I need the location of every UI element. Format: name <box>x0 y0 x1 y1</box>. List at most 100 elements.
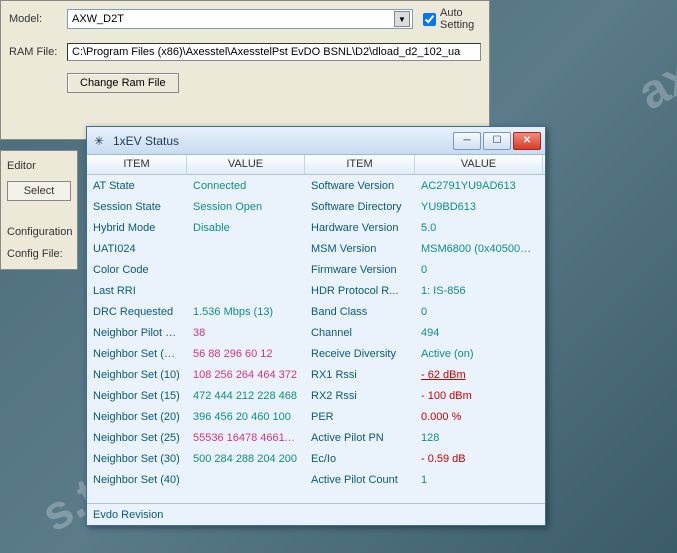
auto-setting-check[interactable] <box>423 13 436 26</box>
value-left <box>187 268 305 272</box>
item-left: AT State <box>87 178 187 194</box>
value-right: AC2791YU9AD613 <box>415 178 543 194</box>
value-left: 396 456 20 460 100 <box>187 409 305 425</box>
configuration-label: Configuration <box>3 221 75 243</box>
model-combo[interactable]: AXW_D2T ▼ <box>67 9 413 29</box>
item-right: Software Version <box>305 178 415 194</box>
status-row: Neighbor Set (30)500 284 288 204 200Ec/I… <box>87 448 545 469</box>
status-row: Session StateSession OpenSoftware Direct… <box>87 196 545 217</box>
item-left: Hybrid Mode <box>87 220 187 236</box>
item-left: Neighbor Set (10) <box>87 367 187 383</box>
watermark: axe <box>629 34 677 122</box>
value-right: YU9BD613 <box>415 199 543 215</box>
value-right: - 0.59 dB <box>415 451 543 467</box>
hdr-item-1: ITEM <box>87 155 187 174</box>
hdr-value-1: VALUE <box>187 155 305 174</box>
item-right: HDR Protocol R... <box>305 283 415 299</box>
value-left: 1.536 Mbps (13) <box>187 304 305 320</box>
titlebar[interactable]: ✳ 1xEV Status ─ ☐ ✕ <box>87 127 545 155</box>
item-right: RX1 Rssi <box>305 367 415 383</box>
value-left: 38 <box>187 325 305 341</box>
item-right: RX2 Rssi <box>305 388 415 404</box>
item-left: Session State <box>87 199 187 215</box>
status-row: Neighbor Set (10)108 256 264 464 372RX1 … <box>87 364 545 385</box>
item-right: Band Class <box>305 304 415 320</box>
item-right: Active Pilot Count <box>305 472 415 488</box>
item-left: DRC Requested <box>87 304 187 320</box>
value-left <box>187 247 305 251</box>
status-row: Neighbor Set (25)55536 16478 46611...Act… <box>87 427 545 448</box>
left-sidebar: Editor Select Configuration Config File: <box>0 150 78 270</box>
grid-header: ITEM VALUE ITEM VALUE <box>87 155 545 175</box>
value-left: Connected <box>187 178 305 194</box>
value-right: 1 <box>415 472 543 488</box>
status-row: Hybrid ModeDisableHardware Version5.0 <box>87 217 545 238</box>
item-right: Ec/Io <box>305 451 415 467</box>
status-row: Neighbor Set (40) Active Pilot Count1 <box>87 469 545 490</box>
chevron-down-icon[interactable]: ▼ <box>394 11 410 27</box>
item-left: UATI024 <box>87 241 187 257</box>
item-left: Neighbor Set (15) <box>87 388 187 404</box>
minimize-button[interactable]: ─ <box>453 132 481 150</box>
close-button[interactable]: ✕ <box>513 132 541 150</box>
footer-label: Evdo Revision <box>93 509 163 521</box>
value-right: 494 <box>415 325 543 341</box>
item-right: MSM Version <box>305 241 415 257</box>
item-right: Software Directory <box>305 199 415 215</box>
item-left: Neighbor Set (1-5) <box>87 346 187 362</box>
item-left: Neighbor Set (30) <box>87 451 187 467</box>
value-right: Active (on) <box>415 346 543 362</box>
hdr-item-2: ITEM <box>305 155 415 174</box>
item-left: Color Code <box>87 262 187 278</box>
model-label: Model: <box>9 13 67 25</box>
window-title: 1xEV Status <box>113 134 453 148</box>
status-row: Neighbor Pilot Co...38Channel494 <box>87 322 545 343</box>
config-file-label: Config File: <box>3 243 75 265</box>
item-right: Channel <box>305 325 415 341</box>
value-left: Session Open <box>187 199 305 215</box>
item-right: Firmware Version <box>305 262 415 278</box>
status-row: Color CodeFirmware Version0 <box>87 259 545 280</box>
change-ram-button[interactable]: Change Ram File <box>67 73 179 93</box>
editor-label: Editor <box>3 155 75 177</box>
item-left: Neighbor Pilot Co... <box>87 325 187 341</box>
item-right: Receive Diversity <box>305 346 415 362</box>
auto-setting-label: Auto Setting <box>440 7 481 31</box>
value-right: 1: IS-856 <box>415 283 543 299</box>
status-row: UATI024MSM VersionMSM6800 (0x40500000) <box>87 238 545 259</box>
value-left <box>187 289 305 293</box>
value-right: 5.0 <box>415 220 543 236</box>
value-left: 500 284 288 204 200 <box>187 451 305 467</box>
item-left: Neighbor Set (40) <box>87 472 187 488</box>
item-left: Last RRI <box>87 283 187 299</box>
item-left: Neighbor Set (25) <box>87 430 187 446</box>
value-left: 55536 16478 46611... <box>187 430 305 446</box>
status-row: AT StateConnectedSoftware VersionAC2791Y… <box>87 175 545 196</box>
select-button[interactable]: Select <box>7 181 71 201</box>
hdr-value-2: VALUE <box>415 155 543 174</box>
status-row: Neighbor Set (20)396 456 20 460 100PER0.… <box>87 406 545 427</box>
value-right: 0.000 % <box>415 409 543 425</box>
status-row: Neighbor Set (15)472 444 212 228 468RX2 … <box>87 385 545 406</box>
ram-file-label: RAM File: <box>9 46 67 58</box>
status-row: Last RRI HDR Protocol R...1: IS-856 <box>87 280 545 301</box>
item-right: Hardware Version <box>305 220 415 236</box>
value-right: - 62 dBm <box>415 367 543 383</box>
item-left: Neighbor Set (20) <box>87 409 187 425</box>
status-row: DRC Requested1.536 Mbps (13)Band Class0 <box>87 301 545 322</box>
window-icon: ✳ <box>91 133 107 149</box>
value-right: - 100 dBm <box>415 388 543 404</box>
auto-setting-checkbox[interactable]: Auto Setting <box>423 7 481 31</box>
back-config-panel: Model: AXW_D2T ▼ Auto Setting RAM File: … <box>0 0 490 140</box>
value-left: 108 256 264 464 372 <box>187 367 305 383</box>
item-right: PER <box>305 409 415 425</box>
status-row: Neighbor Set (1-5)56 88 296 60 12Receive… <box>87 343 545 364</box>
footer-row: Evdo Revision <box>87 503 545 525</box>
ram-file-input[interactable] <box>67 43 481 61</box>
maximize-button[interactable]: ☐ <box>483 132 511 150</box>
status-window: ✳ 1xEV Status ─ ☐ ✕ ITEM VALUE ITEM VALU… <box>86 126 546 526</box>
value-right: 128 <box>415 430 543 446</box>
value-right: 0 <box>415 304 543 320</box>
value-left: Disable <box>187 220 305 236</box>
status-grid: AT StateConnectedSoftware VersionAC2791Y… <box>87 175 545 503</box>
